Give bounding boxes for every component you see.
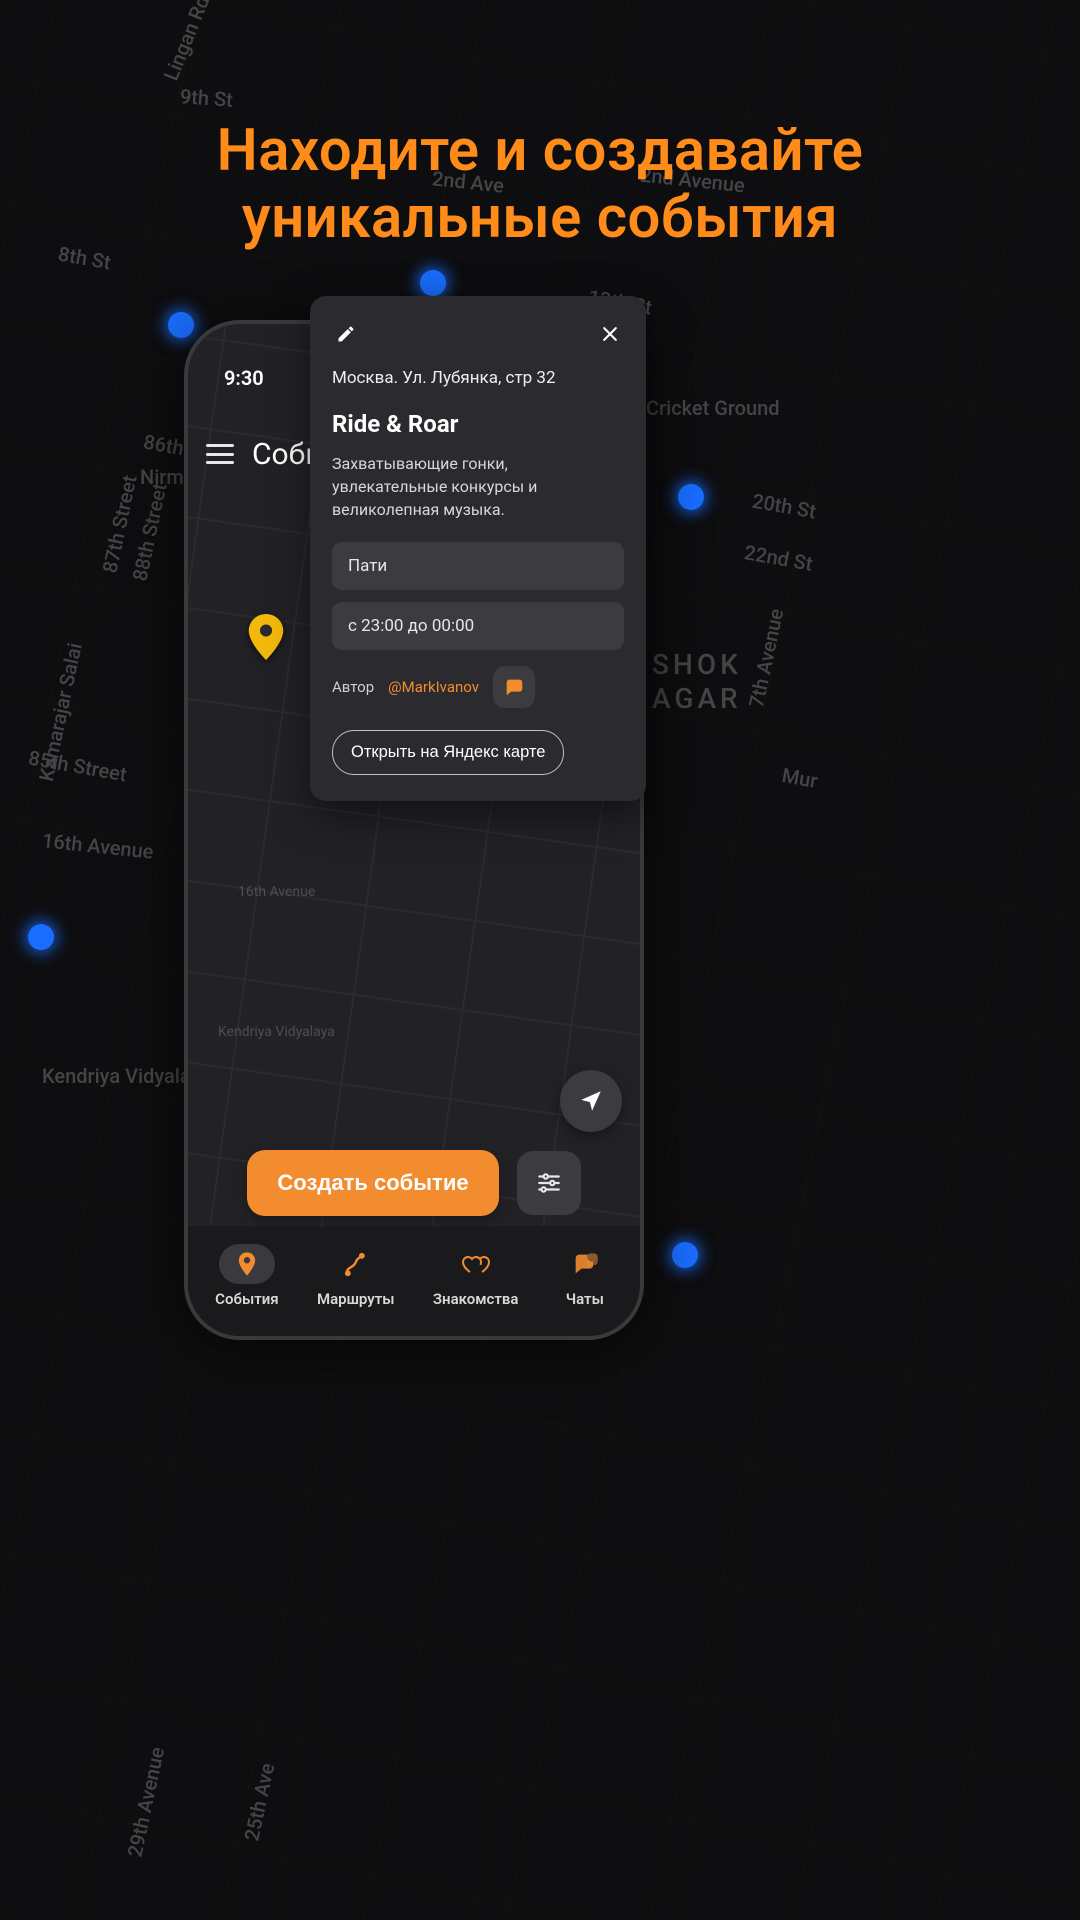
author-label: Автор — [332, 678, 374, 696]
bg-street-label: 9th St — [179, 84, 233, 112]
close-icon — [600, 324, 620, 344]
sliders-icon — [536, 1170, 562, 1196]
map-marker-dot — [420, 270, 446, 296]
chat-bubble-icon — [503, 676, 525, 698]
map-marker-dot — [28, 924, 54, 950]
marketing-headline: Находите и создавайте уникальные события — [0, 118, 1080, 251]
map-marker-dot — [678, 484, 704, 510]
author-handle[interactable]: @MarkIvanov — [388, 678, 479, 696]
map-marker-dot — [672, 1242, 698, 1268]
bottom-tab-bar: События Маршруты Знакомства Чаты — [188, 1226, 640, 1336]
tab-label: Маршруты — [317, 1290, 395, 1308]
chats-tab-icon — [571, 1250, 599, 1278]
tab-events[interactable]: События — [215, 1244, 278, 1308]
event-title: Ride & Roar — [332, 410, 624, 438]
bg-street-label: AGAR — [652, 682, 742, 715]
bg-street-label: Cricket Ground — [646, 396, 780, 420]
close-button[interactable] — [596, 320, 624, 348]
routes-tab-icon — [342, 1250, 370, 1278]
events-tab-icon — [233, 1250, 261, 1278]
create-event-button[interactable]: Создать событие — [247, 1150, 498, 1216]
event-author-row: Автор @MarkIvanov — [332, 666, 624, 708]
bottom-action-row: Создать событие — [188, 1150, 640, 1216]
bg-street-label: SHOK — [652, 648, 742, 681]
message-author-button[interactable] — [493, 666, 535, 708]
tab-label: Чаты — [566, 1290, 604, 1308]
dating-tab-icon — [461, 1251, 491, 1277]
tab-dating[interactable]: Знакомства — [433, 1244, 519, 1308]
filter-button[interactable] — [517, 1151, 581, 1215]
map-street-label: 16th Avenue — [238, 884, 315, 900]
pencil-icon — [336, 324, 356, 344]
event-description: Захватывающие гонки, увлекательные конку… — [332, 452, 624, 522]
status-bar-time: 9:30 — [224, 366, 264, 390]
event-detail-card: Москва. Ул. Лубянка, стр 32 Ride & Roar … — [310, 296, 646, 801]
headline-line-1: Находите и создавайте — [217, 117, 864, 185]
headline-line-2: уникальные события — [242, 184, 838, 252]
menu-icon[interactable] — [206, 444, 234, 464]
navigation-arrow-icon — [578, 1088, 604, 1114]
tab-label: События — [215, 1290, 278, 1308]
edit-button[interactable] — [332, 320, 360, 348]
tab-chats[interactable]: Чаты — [557, 1244, 613, 1308]
event-time-chip[interactable]: с 23:00 до 00:00 — [332, 602, 624, 650]
map-poi-label: Kendriya Vidyalaya — [218, 1024, 335, 1040]
event-address: Москва. Ул. Лубянка, стр 32 — [332, 368, 624, 388]
tab-routes[interactable]: Маршруты — [317, 1244, 395, 1308]
event-category-chip[interactable]: Пати — [332, 542, 624, 590]
map-pin-icon[interactable] — [248, 614, 284, 660]
open-yandex-map-button[interactable]: Открыть на Яндекс карте — [332, 730, 564, 775]
tab-label: Знакомства — [433, 1290, 519, 1308]
locate-me-button[interactable] — [560, 1070, 622, 1132]
